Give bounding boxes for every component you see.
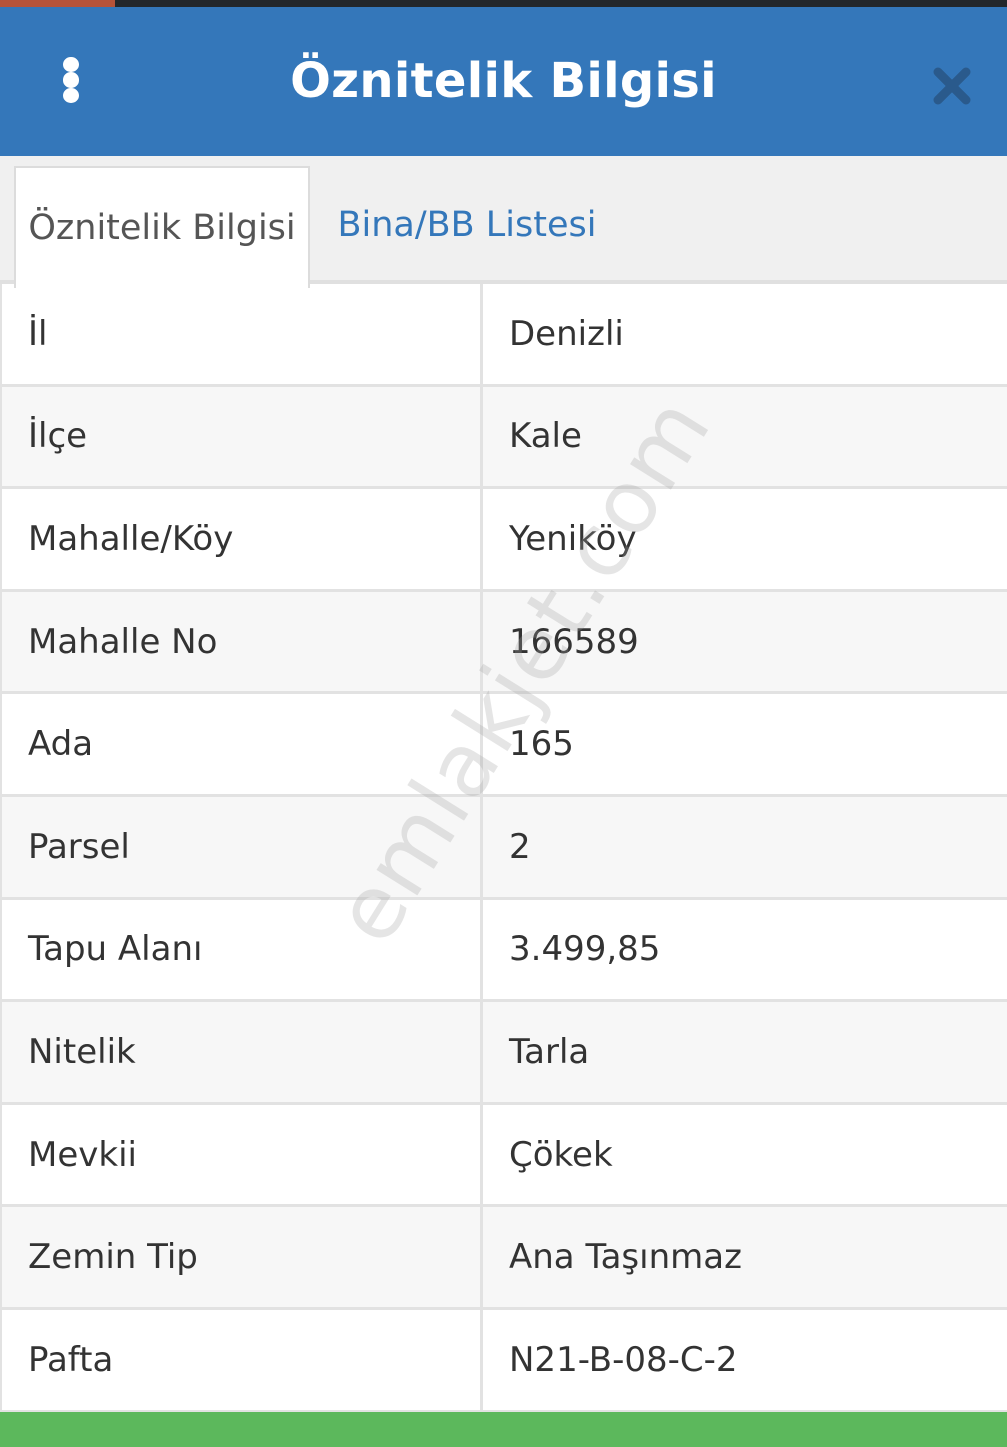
row-value: Tarla	[509, 1031, 590, 1072]
table-row: İlçe Kale	[2, 386, 1007, 490]
row-label: Parsel	[2, 796, 483, 897]
close-icon[interactable]	[928, 62, 976, 110]
tab-oznitelik-bilgisi[interactable]: Öznitelik Bilgisi	[14, 166, 310, 288]
row-value: Denizli	[509, 313, 624, 354]
tab-bina-bb-listesi[interactable]: Bina/BB Listesi	[322, 166, 612, 284]
row-label: Ada	[2, 694, 483, 794]
table-row: Tapu Alanı 3.499,85	[2, 899, 1007, 1003]
row-value: Ana Taşınmaz	[509, 1237, 742, 1278]
row-value: 166589	[509, 621, 639, 662]
table-row: Nitelik Tarla	[2, 1002, 1007, 1105]
row-value: 165	[509, 724, 574, 765]
table-row: Zemin Tip Ana Taşınmaz	[2, 1207, 1007, 1310]
more-vertical-icon[interactable]	[46, 47, 96, 113]
row-label: İl	[2, 284, 483, 384]
row-value: N21-B-08-C-2	[509, 1339, 738, 1380]
row-value: Yeniköy	[509, 518, 637, 559]
dialog-header: Öznitelik Bilgisi	[0, 7, 1007, 156]
dialog-title: Öznitelik Bilgisi	[290, 53, 717, 109]
row-label: Nitelik	[2, 1002, 483, 1102]
status-accent	[0, 0, 115, 7]
table-row: Parsel 2	[2, 796, 1007, 900]
row-value: Çökek	[509, 1134, 613, 1175]
row-label: İlçe	[2, 386, 483, 487]
row-label: Mahalle/Köy	[2, 489, 483, 589]
table-row: Mevkii Çökek	[2, 1104, 1007, 1208]
row-label: Pafta	[2, 1309, 483, 1410]
status-strip	[0, 0, 1007, 7]
table-row: İl Denizli	[2, 284, 1007, 387]
attribute-table: İl Denizli İlçe Kale Mahalle/Köy Yeniköy…	[0, 284, 1007, 1413]
row-value: 2	[509, 826, 531, 867]
row-label: Tapu Alanı	[2, 899, 483, 1000]
table-row: Mahalle No 166589	[2, 591, 1007, 695]
row-value: Kale	[509, 416, 582, 457]
table-row: Mahalle/Köy Yeniköy	[2, 489, 1007, 592]
bottom-action-bar[interactable]	[0, 1412, 1007, 1447]
row-label: Mahalle No	[2, 591, 483, 692]
row-label: Zemin Tip	[2, 1207, 483, 1307]
table-row: Pafta N21-B-08-C-2	[2, 1309, 1007, 1413]
tab-bar: Öznitelik Bilgisi Bina/BB Listesi	[0, 156, 1007, 288]
table-row: Ada 165	[2, 694, 1007, 797]
row-value: 3.499,85	[509, 929, 661, 970]
row-label: Mevkii	[2, 1104, 483, 1205]
